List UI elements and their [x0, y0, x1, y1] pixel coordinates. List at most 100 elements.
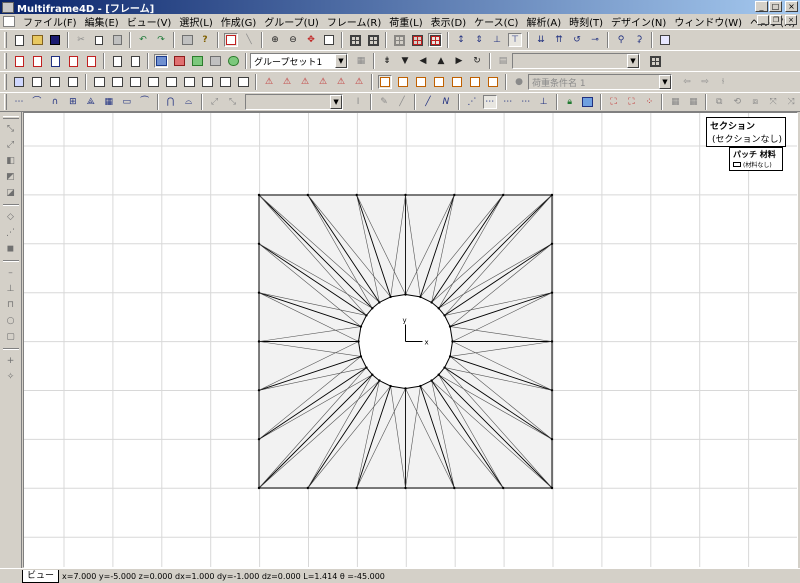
restraint-custom-icon[interactable]: ▢: [4, 330, 18, 344]
play-next-icon[interactable]: ▶: [452, 54, 466, 68]
play-refresh-icon[interactable]: ↻: [470, 54, 484, 68]
toolbar-grip[interactable]: [4, 94, 7, 110]
align-nodes-icon[interactable]: ⋰: [4, 226, 18, 240]
mesh-node[interactable]: [389, 384, 392, 388]
spring-icon[interactable]: ⚲: [614, 33, 628, 47]
mdi-restore-button[interactable]: ❐: [770, 15, 782, 25]
snap-grid-points-icon[interactable]: ⁘: [642, 95, 656, 109]
draw-diagonal-icon[interactable]: ⤢: [208, 95, 222, 109]
mesh-node[interactable]: [306, 193, 309, 197]
patch-material-legend[interactable]: パッチ 材料 (材料なし): [729, 147, 783, 171]
load-moment-icon[interactable]: ↺: [570, 33, 584, 47]
fill-plate-icon[interactable]: ◼: [4, 242, 18, 256]
toolbar-grip[interactable]: [2, 116, 19, 119]
load-link-icon[interactable]: ⊸: [588, 33, 602, 47]
snap-node-icon[interactable]: ⛶: [607, 95, 621, 109]
mesh-node[interactable]: [419, 295, 422, 299]
zoom-extents-icon[interactable]: [322, 33, 336, 47]
plot-render-icon[interactable]: [208, 54, 222, 68]
mesh-grid-icon[interactable]: [648, 54, 662, 68]
zoom-out-icon[interactable]: ⊖: [286, 33, 300, 47]
toolbar-grip[interactable]: [4, 74, 7, 90]
maximize-button[interactable]: □: [769, 1, 782, 12]
member-view-icon[interactable]: [366, 33, 380, 47]
display-elevation-icon[interactable]: [30, 75, 44, 89]
menu-file[interactable]: ファイル(F): [19, 14, 81, 29]
menu-load[interactable]: 荷重(L): [385, 14, 426, 29]
mesh-node[interactable]: [404, 387, 407, 390]
rotate-frame-icon[interactable]: ⟲: [730, 95, 744, 109]
add-point-icon[interactable]: +: [4, 354, 18, 368]
menu-select[interactable]: 選択(L): [175, 14, 216, 29]
data-window-icon[interactable]: [30, 54, 44, 68]
erase-icon[interactable]: ◇: [4, 210, 18, 224]
node-divide-icon[interactable]: ⋯: [501, 95, 515, 109]
mesh-node[interactable]: [257, 486, 261, 490]
draw-beam-icon[interactable]: ▭: [120, 95, 134, 109]
diagram-shear-icon[interactable]: ⚠: [280, 75, 294, 89]
mesh-node[interactable]: [451, 340, 454, 343]
diagram-stress-icon[interactable]: ⚠: [334, 75, 348, 89]
mesh-node[interactable]: [404, 193, 407, 197]
table-icon[interactable]: [658, 33, 672, 47]
snap-mid-icon[interactable]: ⛶: [624, 95, 638, 109]
menu-create[interactable]: 作成(G): [217, 14, 261, 29]
restraint-pin-icon[interactable]: ⊥: [4, 282, 18, 296]
view-load-icon[interactable]: [182, 75, 196, 89]
mesh-node[interactable]: [404, 486, 407, 490]
view-deflect-icon[interactable]: [218, 75, 232, 89]
case-next-icon[interactable]: ⇨: [698, 75, 712, 89]
undo-icon[interactable]: ↶: [136, 33, 150, 47]
mesh-node[interactable]: [378, 301, 381, 304]
diagram-window-icon[interactable]: [84, 54, 98, 68]
mesh-node[interactable]: [359, 325, 363, 328]
pen-icon[interactable]: ✎: [377, 95, 391, 109]
group-edit-icon[interactable]: ▦: [354, 54, 368, 68]
edit-plate-icon[interactable]: ◧: [4, 154, 18, 168]
menu-design[interactable]: デザイン(N): [607, 14, 670, 29]
mesh-node[interactable]: [550, 389, 554, 392]
draw-portal-icon[interactable]: ⋂: [164, 95, 178, 109]
menu-group[interactable]: グループ(U): [260, 14, 323, 29]
plot-frame-icon[interactable]: [172, 54, 186, 68]
restraint-fixed-icon[interactable]: ⊓: [4, 298, 18, 312]
view-material-icon[interactable]: [164, 75, 178, 89]
mesh-node[interactable]: [443, 314, 446, 317]
draw-arc-icon[interactable]: ⌒: [30, 95, 44, 109]
mesh-node[interactable]: [371, 307, 374, 310]
toolbar-grip[interactable]: [4, 53, 7, 69]
view-result-icon[interactable]: [200, 75, 214, 89]
load-arrow-icon[interactable]: ⇊: [534, 33, 548, 47]
close-button[interactable]: ×: [785, 1, 798, 12]
load-window-icon[interactable]: [48, 54, 62, 68]
mesh-node[interactable]: [550, 291, 554, 294]
plot-shade-icon[interactable]: [226, 54, 240, 68]
menu-window[interactable]: ウィンドウ(W): [670, 14, 746, 29]
draw-dome-icon[interactable]: ⌓: [182, 95, 196, 109]
mdi-minimize-button[interactable]: _: [757, 15, 769, 25]
skew-plate-icon[interactable]: ◩: [4, 170, 18, 184]
copy-frame-icon[interactable]: ⧉: [712, 95, 726, 109]
case-combine-icon[interactable]: ⫮: [716, 75, 730, 89]
chevron-down-icon[interactable]: ▼: [627, 54, 639, 68]
result-window-icon[interactable]: [66, 54, 80, 68]
member-labels-icon[interactable]: ⇕: [472, 33, 486, 47]
mesh-node[interactable]: [357, 340, 360, 343]
grid-lines-icon[interactable]: [410, 33, 424, 47]
toolbar-grip[interactable]: [4, 32, 7, 48]
mesh-node[interactable]: [453, 193, 456, 197]
display-iso-icon[interactable]: [66, 75, 80, 89]
minimize-button[interactable]: _: [755, 1, 768, 12]
frame-drawing[interactable]: x y: [24, 113, 798, 568]
view-plate-icon[interactable]: [128, 75, 142, 89]
menu-time[interactable]: 時刻(T): [565, 14, 607, 29]
mesh-node[interactable]: [550, 438, 554, 441]
mesh-node[interactable]: [257, 242, 261, 245]
snap-grid-icon[interactable]: [428, 33, 442, 47]
mesh-node[interactable]: [257, 193, 261, 197]
cut-icon[interactable]: ✂: [74, 33, 88, 47]
mesh-node[interactable]: [355, 193, 358, 197]
select-rectangle-icon[interactable]: [224, 33, 238, 47]
draw-truss-icon[interactable]: ⟁: [84, 95, 98, 109]
label-nodes-icon[interactable]: [378, 75, 392, 89]
